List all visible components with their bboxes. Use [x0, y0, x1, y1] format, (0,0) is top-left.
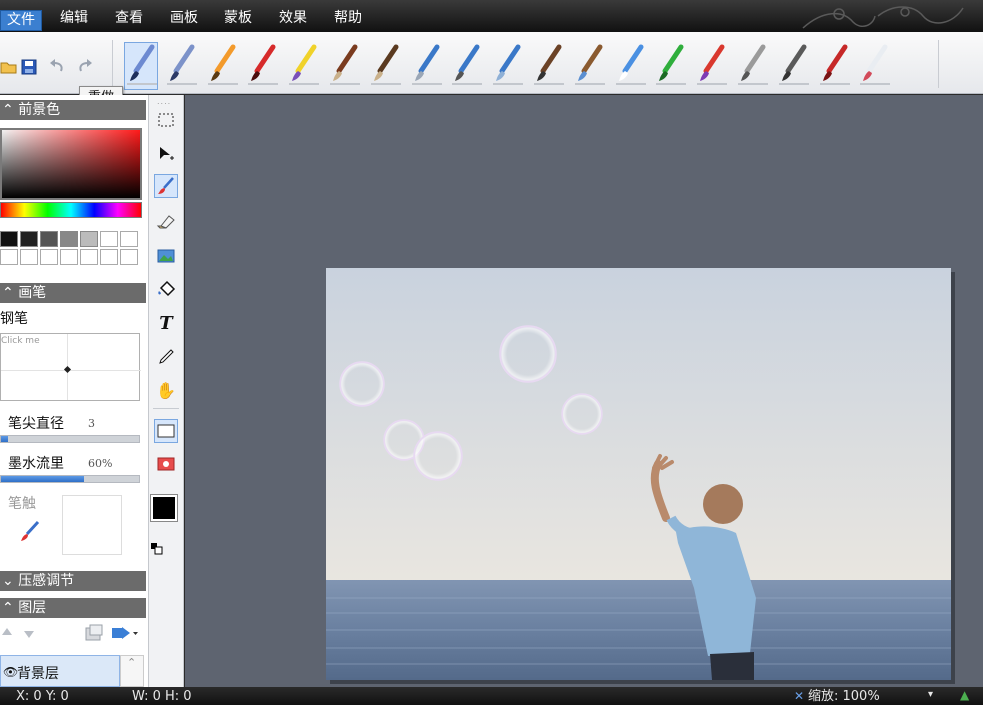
menu-mask[interactable]: 蒙板: [224, 8, 252, 28]
collapse-icon: ⌃: [2, 600, 19, 616]
grass-brush-icon[interactable]: [654, 43, 688, 87]
redo-icon[interactable]: [76, 58, 94, 76]
brush-name: 钢笔: [0, 311, 28, 327]
menu-bar: 文件 编辑 查看 画板 蒙板 效果 帮助: [0, 0, 983, 32]
mask-mode-icon[interactable]: [154, 452, 178, 476]
marquee-select-icon[interactable]: [154, 108, 178, 132]
layer-item[interactable]: 👁 背景层: [0, 655, 120, 687]
texture-brush-icon[interactable]: [736, 43, 770, 87]
stamp-icon[interactable]: [818, 43, 852, 87]
color-picker[interactable]: [0, 128, 142, 200]
tip-preview[interactable]: [62, 495, 122, 555]
swap-colors-icon[interactable]: [151, 543, 163, 555]
sparkle-brush-icon[interactable]: [614, 43, 648, 87]
normal-mode-icon[interactable]: [154, 419, 178, 443]
pen-nib-icon[interactable]: [124, 42, 158, 90]
spray-lines-icon[interactable]: [491, 43, 525, 87]
flat-brush-icon[interactable]: [369, 43, 403, 87]
cursor-coords: X: 0 Y: 0: [16, 689, 69, 704]
open-folder-icon[interactable]: [0, 58, 18, 76]
left-panel: ⌃ 前景色 ⌃ 画笔 钢笔 Click me 笔尖直径 3 墨水流里 60% 笔…: [0, 95, 148, 687]
canvas-image[interactable]: [326, 268, 951, 680]
swatch-grid[interactable]: [0, 231, 142, 267]
brush-tip-icon[interactable]: [18, 519, 42, 543]
collapse-icon: ⌃: [2, 102, 19, 118]
eye-icon[interactable]: 👁: [3, 665, 18, 679]
move-tool-icon[interactable]: [154, 142, 178, 166]
flower-brush-icon[interactable]: [695, 43, 729, 87]
collapse-icon: ⌃: [2, 285, 19, 301]
eraser-brush-icon[interactable]: [858, 43, 892, 87]
menu-effects[interactable]: 效果: [279, 8, 307, 28]
menu-help[interactable]: 帮助: [334, 8, 362, 28]
layer-name: 背景层: [17, 666, 59, 682]
preview-hint: Click me: [1, 336, 40, 346]
zoom-dropdown-icon[interactable]: ▾: [928, 689, 933, 700]
menu-canvas[interactable]: 画板: [170, 8, 198, 28]
expand-icon: ⌄: [2, 573, 19, 589]
zoom-icon: ✕: [794, 689, 805, 703]
foreground-color-header[interactable]: ⌃ 前景色: [0, 100, 146, 120]
brush-header[interactable]: ⌃ 画笔: [0, 283, 146, 303]
tool-divider: [153, 408, 179, 409]
brush-dot: [63, 365, 72, 374]
airbrush-icon[interactable]: [410, 43, 444, 87]
canvas-area[interactable]: [185, 95, 983, 687]
floral-decoration-icon: [802, 6, 964, 29]
zoom-level[interactable]: 缩放: 100%: [808, 690, 880, 704]
foreground-color-swatch[interactable]: [150, 494, 178, 522]
eyedropper-tool-icon[interactable]: [154, 345, 178, 369]
text-tool-icon[interactable]: T: [154, 311, 178, 335]
layers-header[interactable]: ⌃ 图层: [0, 598, 146, 618]
hand-tool-icon[interactable]: ✋: [154, 378, 178, 402]
status-bar: X: 0 Y: 0 W: 0 H: 0 ✕ 缩放: 100% ▾ ▲: [0, 687, 983, 705]
layer-scrollbar[interactable]: ⌃: [120, 655, 144, 687]
red-crayon-icon[interactable]: [246, 43, 280, 87]
grip-dots: ....: [157, 97, 172, 106]
diameter-label: 笔尖直径: [8, 416, 64, 432]
marker-icon[interactable]: [287, 43, 321, 87]
layer-menu-icon[interactable]: [110, 624, 140, 642]
layer-down-icon[interactable]: [22, 626, 36, 640]
layer-up-icon[interactable]: [0, 626, 14, 640]
menu-view[interactable]: 查看: [115, 8, 143, 28]
flow-slider[interactable]: [0, 475, 140, 483]
selection-size: W: 0 H: 0: [132, 689, 192, 704]
tip-label: 笔触: [8, 496, 36, 512]
brush-toolbar: [0, 32, 983, 94]
calligraphy-pen-icon[interactable]: [165, 43, 199, 87]
diameter-slider-fill: [1, 436, 8, 442]
brush-preview[interactable]: Click me: [0, 333, 141, 401]
flow-value: 60%: [88, 457, 113, 470]
toolbar-separator: [112, 40, 114, 88]
pressure-header[interactable]: ⌄ 压感调节: [0, 571, 146, 591]
toolbar-separator: [938, 40, 940, 88]
pencil-icon[interactable]: [206, 43, 240, 87]
bucket-brush-icon[interactable]: [573, 43, 607, 87]
tool-column: .... T ✋: [148, 95, 184, 687]
flow-label: 墨水流里: [8, 456, 64, 472]
diameter-value: 3: [88, 417, 95, 430]
image-tool-icon[interactable]: [154, 244, 178, 268]
watercolor-brush-icon[interactable]: [532, 43, 566, 87]
hue-bar[interactable]: [0, 202, 142, 218]
flow-slider-fill: [1, 476, 84, 482]
navigator-icon[interactable]: ▲: [960, 688, 969, 702]
scroll-up-icon[interactable]: ⌃: [127, 656, 136, 669]
fill-tool-icon[interactable]: [154, 278, 178, 302]
layer-properties-icon[interactable]: [84, 624, 104, 642]
diameter-slider[interactable]: [0, 435, 140, 443]
menu-file[interactable]: 文件: [0, 10, 42, 31]
dark-texture-brush-icon[interactable]: [777, 43, 811, 87]
undo-icon[interactable]: [48, 58, 66, 76]
brush-tool-icon[interactable]: [154, 174, 178, 198]
oil-brush-icon[interactable]: [328, 43, 362, 87]
spray-dots-icon[interactable]: [450, 43, 484, 87]
eraser-tool-icon[interactable]: [154, 209, 178, 233]
save-icon[interactable]: [20, 58, 38, 76]
menu-edit[interactable]: 编辑: [60, 8, 88, 28]
